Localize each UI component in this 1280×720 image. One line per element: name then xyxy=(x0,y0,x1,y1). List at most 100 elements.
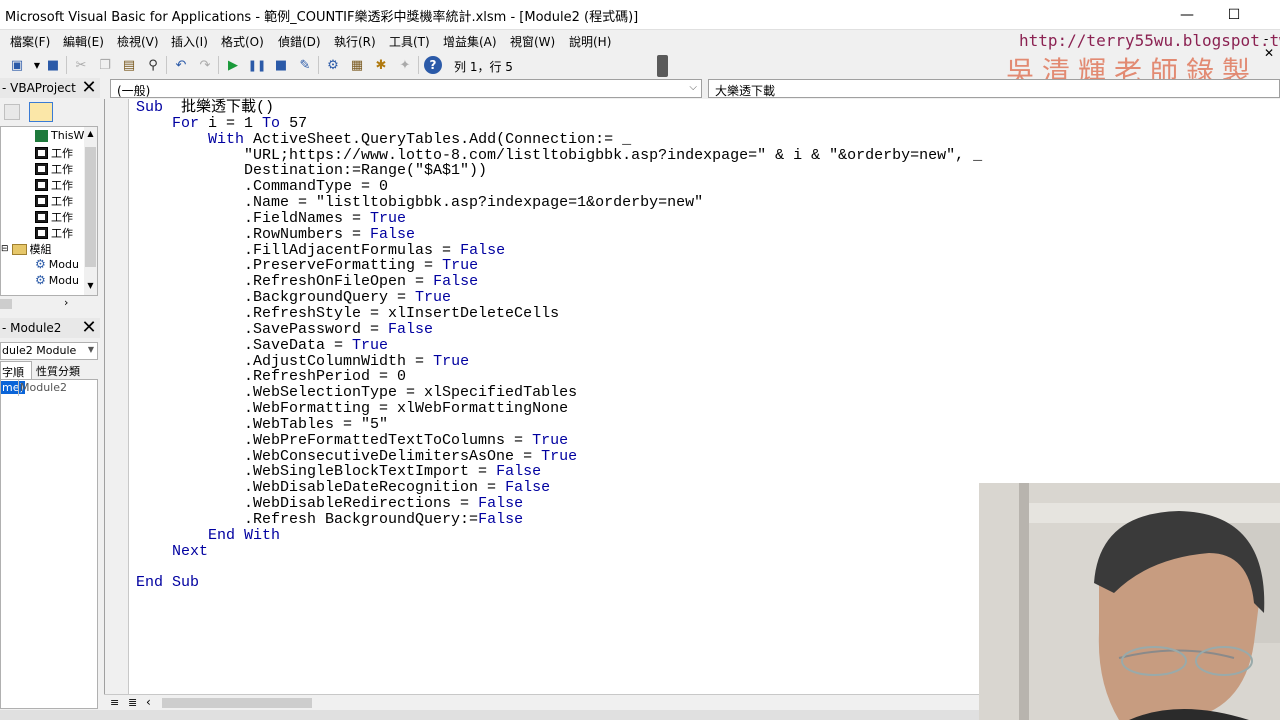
code-line[interactable]: .SavePassword = False xyxy=(136,321,982,338)
code-line[interactable]: .Refresh BackgroundQuery:=False xyxy=(136,512,982,528)
procedure-view-icon[interactable]: ≡ xyxy=(110,696,119,709)
property-row[interactable]: me) Module2 xyxy=(1,380,97,396)
find-icon[interactable]: ⚲ xyxy=(144,56,162,74)
menu-file[interactable]: 檔案(F) xyxy=(10,33,50,50)
cut-icon[interactable]: ✂ xyxy=(72,56,90,74)
code-line[interactable]: For i = 1 To 57 xyxy=(136,115,982,132)
scroll-right-icon[interactable]: › xyxy=(64,296,68,309)
properties-window-icon[interactable]: ▦ xyxy=(348,56,366,74)
run-icon[interactable]: ▶ xyxy=(224,56,242,74)
code-line[interactable]: End Sub xyxy=(136,575,982,591)
tree-item-sheet[interactable]: 工作 xyxy=(35,209,73,225)
full-module-view-icon[interactable]: ≣ xyxy=(128,696,137,709)
paste-icon[interactable]: ▤ xyxy=(120,56,138,74)
code-line[interactable]: .RefreshOnFileOpen = False xyxy=(136,274,982,290)
menu-view[interactable]: 檢視(V) xyxy=(117,33,159,50)
chevron-down-icon[interactable]: ⌵ xyxy=(689,82,697,93)
copy-icon[interactable]: ❐ xyxy=(96,56,114,74)
code-line[interactable]: .WebDisableDateRecognition = False xyxy=(136,480,982,496)
tree-item-sheet[interactable]: 工作 xyxy=(35,145,73,161)
scroll-thumb[interactable] xyxy=(85,147,96,267)
tree-horizontal-scrollbar[interactable]: › xyxy=(0,296,98,312)
tree-vertical-scrollbar[interactable]: ▲ ▼ xyxy=(84,127,97,295)
view-object-icon[interactable] xyxy=(4,104,20,120)
tab-categorized[interactable]: 性質分類 xyxy=(36,363,80,379)
code-line[interactable]: .RefreshPeriod = 0 xyxy=(136,369,982,385)
margin-indicator-bar[interactable] xyxy=(105,99,129,694)
property-value[interactable]: Module2 xyxy=(20,381,67,394)
help-icon[interactable]: ? xyxy=(424,56,442,74)
collapse-icon[interactable]: ⊟ xyxy=(1,244,9,254)
menu-help[interactable]: 說明(H) xyxy=(569,33,611,50)
code-line[interactable]: .RowNumbers = False xyxy=(136,226,982,243)
object-browser-icon[interactable]: ✱ xyxy=(372,56,390,74)
toggle-folders-icon[interactable] xyxy=(29,102,53,122)
menu-run[interactable]: 執行(R) xyxy=(334,33,376,50)
code-line[interactable]: Next xyxy=(136,543,982,560)
menu-insert[interactable]: 插入(I) xyxy=(171,33,208,50)
redo-icon[interactable]: ↷ xyxy=(196,56,214,74)
code-line[interactable]: Destination:=Range("$A$1")) xyxy=(136,163,982,179)
code-line[interactable]: .CommandType = 0 xyxy=(136,179,982,195)
tree-item-module[interactable]: ⚙ Modu xyxy=(35,257,79,271)
code-line[interactable]: .PreserveFormatting = True xyxy=(136,258,982,274)
horizontal-scroll-thumb[interactable] xyxy=(162,698,312,708)
toolbox-icon[interactable]: ✦ xyxy=(396,56,414,74)
close-window-button[interactable] xyxy=(1234,0,1280,30)
code-text[interactable]: Sub 批樂透下載() For i = 1 To 57 With ActiveS… xyxy=(136,100,982,591)
scroll-up-icon[interactable]: ▲ xyxy=(85,129,96,138)
code-line[interactable]: .WebDisableRedirections = False xyxy=(136,496,982,512)
code-line[interactable]: Sub 批樂透下載() xyxy=(136,100,982,116)
code-line[interactable]: .WebSelectionType = xlSpecifiedTables xyxy=(136,385,982,401)
project-explorer-icon[interactable]: ⚙ xyxy=(324,56,342,74)
menu-edit[interactable]: 編輯(E) xyxy=(63,33,104,50)
code-line[interactable]: .SaveData = True xyxy=(136,337,982,354)
code-line[interactable]: .FieldNames = True xyxy=(136,210,982,227)
code-line[interactable] xyxy=(136,559,982,575)
code-line[interactable]: .FillAdjacentFormulas = False xyxy=(136,242,982,259)
chevron-down-icon[interactable]: ▼ xyxy=(88,345,94,354)
code-line[interactable]: .WebConsecutiveDelimitersAsOne = True xyxy=(136,448,982,465)
project-explorer-close-button[interactable]: ✕ xyxy=(80,78,98,98)
excel-view-icon[interactable]: ▣ xyxy=(8,56,26,74)
procedure-combo[interactable]: 大樂透下載 xyxy=(708,79,1280,98)
break-icon[interactable]: ❚❚ xyxy=(248,56,266,74)
tree-item-sheet[interactable]: 工作 xyxy=(35,193,73,209)
reset-icon[interactable]: ■ xyxy=(272,56,290,74)
scroll-down-icon[interactable]: ▼ xyxy=(85,281,96,290)
menu-format[interactable]: 格式(O) xyxy=(221,33,264,50)
tree-item-module[interactable]: ⚙ Modu xyxy=(35,273,79,287)
scroll-left-icon[interactable]: ‹ xyxy=(146,695,151,709)
minimize-button[interactable]: — xyxy=(1164,0,1210,30)
code-line[interactable]: .WebSingleBlockTextImport = False xyxy=(136,464,982,480)
tree-item-sheet[interactable]: 工作 xyxy=(35,177,73,193)
code-line[interactable]: With ActiveSheet.QueryTables.Add(Connect… xyxy=(136,131,982,148)
menu-addins[interactable]: 增益集(A) xyxy=(443,33,497,50)
tree-folder-modules[interactable]: ⊟ 模組 xyxy=(1,241,52,257)
tree-item-sheet[interactable]: 工作 xyxy=(35,225,73,241)
folder-icon xyxy=(11,243,27,255)
code-line[interactable]: .WebTables = "5" xyxy=(136,416,982,433)
menu-debug[interactable]: 偵錯(D) xyxy=(278,33,321,50)
undo-icon[interactable]: ↶ xyxy=(172,56,190,74)
tree-item-thisworkbook[interactable]: ThisW xyxy=(35,129,84,142)
menu-window[interactable]: 視窗(W) xyxy=(510,33,555,50)
code-line[interactable]: End With xyxy=(136,527,982,544)
code-line[interactable]: .BackgroundQuery = True xyxy=(136,290,982,306)
save-icon[interactable]: ■ xyxy=(44,56,62,74)
design-mode-icon[interactable]: ✎ xyxy=(296,56,314,74)
code-line[interactable]: "URL;https://www.lotto-8.com/listltobigb… xyxy=(136,147,982,164)
code-line[interactable]: .WebPreFormattedTextToColumns = True xyxy=(136,432,982,449)
properties-close-button[interactable]: ✕ xyxy=(80,318,98,338)
code-line[interactable]: .AdjustColumnWidth = True xyxy=(136,353,982,370)
code-line[interactable]: .WebFormatting = xlWebFormattingNone xyxy=(136,401,982,417)
scroll-thumb[interactable] xyxy=(0,299,12,309)
code-line[interactable]: .RefreshStyle = xlInsertDeleteCells xyxy=(136,306,982,322)
toolbar-grip[interactable] xyxy=(657,55,668,77)
object-combo[interactable]: (一般) ⌵ xyxy=(110,79,702,98)
tree-item-sheet[interactable]: 工作 xyxy=(35,161,73,177)
menu-tools[interactable]: 工具(T) xyxy=(389,33,430,50)
code-line[interactable]: .Name = "listltobigbbk.asp?indexpage=1&o… xyxy=(136,195,982,211)
properties-object-combo[interactable]: dule2 Module ▼ xyxy=(0,342,98,360)
tab-alphabetic[interactable]: 字順序 xyxy=(0,361,32,395)
